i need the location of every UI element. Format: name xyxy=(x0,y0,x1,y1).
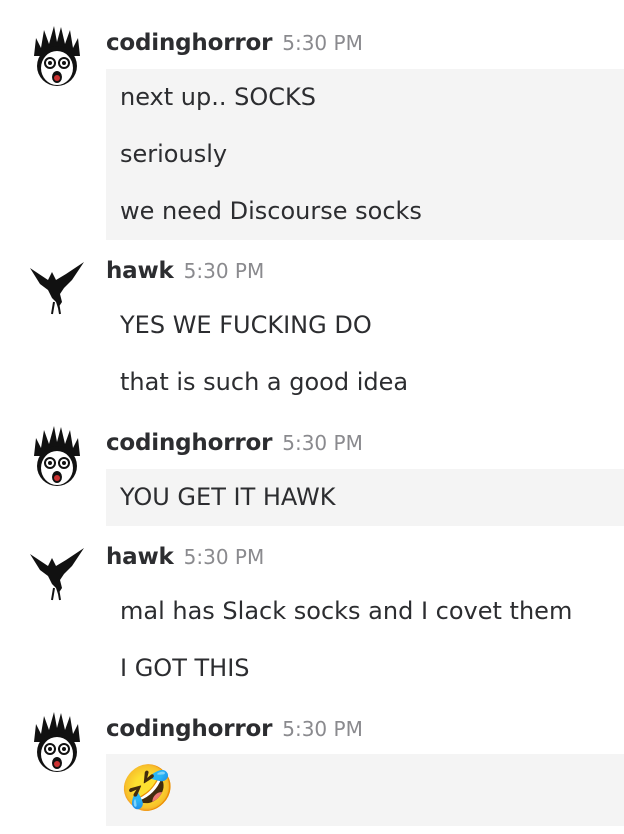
message-text: next up.. SOCKS xyxy=(106,69,624,126)
message-text: mal has Slack socks and I covet them xyxy=(120,597,573,625)
message-text: seriously xyxy=(106,126,624,183)
message-header: codinghorror 5:30 PM xyxy=(106,30,363,60)
timestamp[interactable]: 5:30 PM xyxy=(282,31,363,55)
username[interactable]: codinghorror xyxy=(106,716,272,742)
username[interactable]: codinghorror xyxy=(106,30,272,56)
codinghorror-face-icon[interactable] xyxy=(26,426,88,488)
codinghorror-face-icon[interactable] xyxy=(26,712,88,774)
timestamp[interactable]: 5:30 PM xyxy=(184,545,265,569)
message-header: hawk 5:30 PM xyxy=(106,258,264,288)
username[interactable]: hawk xyxy=(106,544,174,570)
timestamp[interactable]: 5:30 PM xyxy=(282,717,363,741)
username[interactable]: codinghorror xyxy=(106,430,272,456)
message-header: codinghorror 5:30 PM xyxy=(106,430,363,460)
rofl-emoji-icon: 🤣 xyxy=(106,754,624,826)
timestamp[interactable]: 5:30 PM xyxy=(184,259,265,283)
chat-transcript: codinghorror 5:30 PM next up.. SOCKS seri… xyxy=(0,0,624,834)
message-text: that is such a good idea xyxy=(120,368,409,396)
message-header: hawk 5:30 PM xyxy=(106,544,264,574)
message-text: YOU GET IT HAWK xyxy=(106,469,624,526)
username[interactable]: hawk xyxy=(106,258,174,284)
hawk-bird-icon[interactable] xyxy=(26,544,88,606)
message-text: we need Discourse socks xyxy=(106,183,624,240)
message-header: codinghorror 5:30 PM xyxy=(106,716,363,746)
message-text: I GOT THIS xyxy=(120,654,250,682)
codinghorror-face-icon[interactable] xyxy=(26,26,88,88)
timestamp[interactable]: 5:30 PM xyxy=(282,431,363,455)
hawk-bird-icon[interactable] xyxy=(26,258,88,320)
message-text: YES WE FUCKING DO xyxy=(120,311,372,339)
